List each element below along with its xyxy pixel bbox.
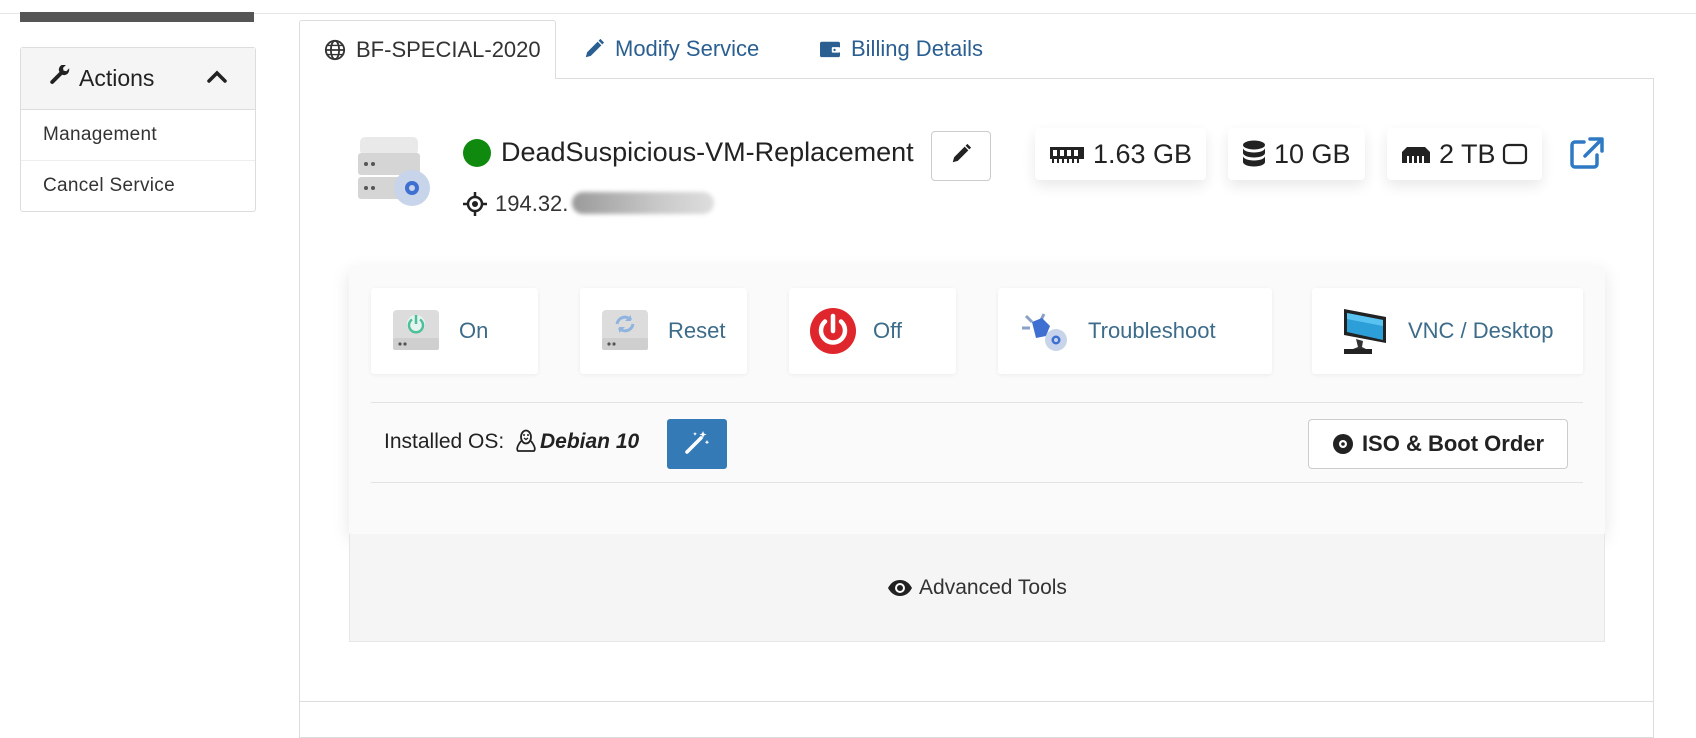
- power-off-label: Off: [873, 318, 902, 343]
- actions-panel: Actions Management Cancel Service: [20, 47, 256, 212]
- sidebar-item-cancel-service[interactable]: Cancel Service: [21, 160, 255, 210]
- spec-disk: 10 GB: [1228, 128, 1365, 180]
- actions-header[interactable]: Actions: [21, 48, 255, 110]
- iso-boot-order-label: ISO & Boot Order: [1361, 431, 1545, 456]
- reset-button[interactable]: Reset: [580, 288, 747, 374]
- control-divider-top: [371, 402, 1583, 403]
- troubleshoot-icon: [1018, 308, 1072, 354]
- panel-divider: [299, 701, 1654, 702]
- chevron-up-icon[interactable]: [207, 69, 227, 88]
- monitor-icon: [1338, 305, 1392, 357]
- memory-icon: [1049, 143, 1085, 165]
- installed-os-name: Debian 10: [540, 430, 640, 453]
- advanced-tools-label: Advanced Tools: [919, 575, 1067, 599]
- troubleshoot-label: Troubleshoot: [1088, 318, 1216, 343]
- pencil-icon: [583, 38, 605, 60]
- reset-icon: [600, 308, 652, 354]
- server-gear-icon: [356, 135, 432, 212]
- network-port-icon: [1401, 143, 1431, 165]
- vnc-desktop-button[interactable]: VNC / Desktop: [1312, 288, 1583, 374]
- vm-hostname: DeadSuspicious-VM-Replacement: [501, 137, 914, 167]
- power-on-label: On: [459, 318, 489, 343]
- tab-label: Modify Service: [615, 36, 760, 61]
- spec-memory: 1.63 GB: [1035, 128, 1207, 180]
- tab-modify-service[interactable]: Modify Service: [583, 20, 759, 78]
- ip-redaction: [572, 192, 714, 214]
- globe-icon: [324, 39, 346, 61]
- disc-icon: [1332, 433, 1354, 455]
- sidebar-item-management[interactable]: Management: [21, 110, 255, 160]
- eye-icon: [887, 579, 913, 597]
- wrench-icon: [49, 64, 71, 92]
- spec-bandwidth: 2 TB: [1387, 128, 1542, 180]
- troubleshoot-button[interactable]: Troubleshoot: [998, 288, 1272, 374]
- tab-bf-special-2020[interactable]: BF-SPECIAL-2020: [299, 20, 556, 79]
- checkbox-icon[interactable]: [1502, 143, 1528, 165]
- reinstall-os-button[interactable]: [667, 419, 727, 469]
- spec-disk-value: 10 GB: [1274, 138, 1351, 169]
- linux-icon: [515, 429, 537, 458]
- actions-title: Actions: [79, 65, 155, 91]
- spec-memory-value: 1.63 GB: [1093, 138, 1193, 169]
- top-divider: [0, 13, 1696, 14]
- edit-hostname-button[interactable]: [931, 131, 991, 181]
- power-on-icon: [391, 308, 443, 354]
- tab-label: BF-SPECIAL-2020: [356, 37, 541, 62]
- power-off-button[interactable]: Off: [789, 288, 956, 374]
- spec-bandwidth-value: 2 TB: [1439, 138, 1496, 169]
- magic-wand-icon: [684, 429, 710, 460]
- control-divider-bottom: [371, 482, 1583, 483]
- database-icon: [1242, 140, 1266, 168]
- sidebar-top-bar: [20, 12, 254, 22]
- advanced-tools-toggle[interactable]: Advanced Tools: [349, 534, 1605, 642]
- external-link-icon[interactable]: [1570, 137, 1604, 174]
- power-on-button[interactable]: On: [371, 288, 538, 374]
- tab-label: Billing Details: [851, 36, 984, 61]
- iso-boot-order-button[interactable]: ISO & Boot Order: [1308, 419, 1568, 469]
- wallet-icon: [819, 39, 841, 59]
- power-off-icon: [809, 307, 857, 355]
- status-online-indicator: [463, 139, 491, 167]
- installed-os-label: Installed OS:: [384, 430, 505, 453]
- ip-address: 194.32.: [495, 191, 569, 216]
- tab-billing-details[interactable]: Billing Details: [819, 20, 983, 78]
- pencil-icon: [950, 143, 972, 170]
- crosshairs-icon: [463, 192, 487, 221]
- reset-label: Reset: [668, 318, 726, 343]
- vnc-desktop-label: VNC / Desktop: [1408, 318, 1554, 343]
